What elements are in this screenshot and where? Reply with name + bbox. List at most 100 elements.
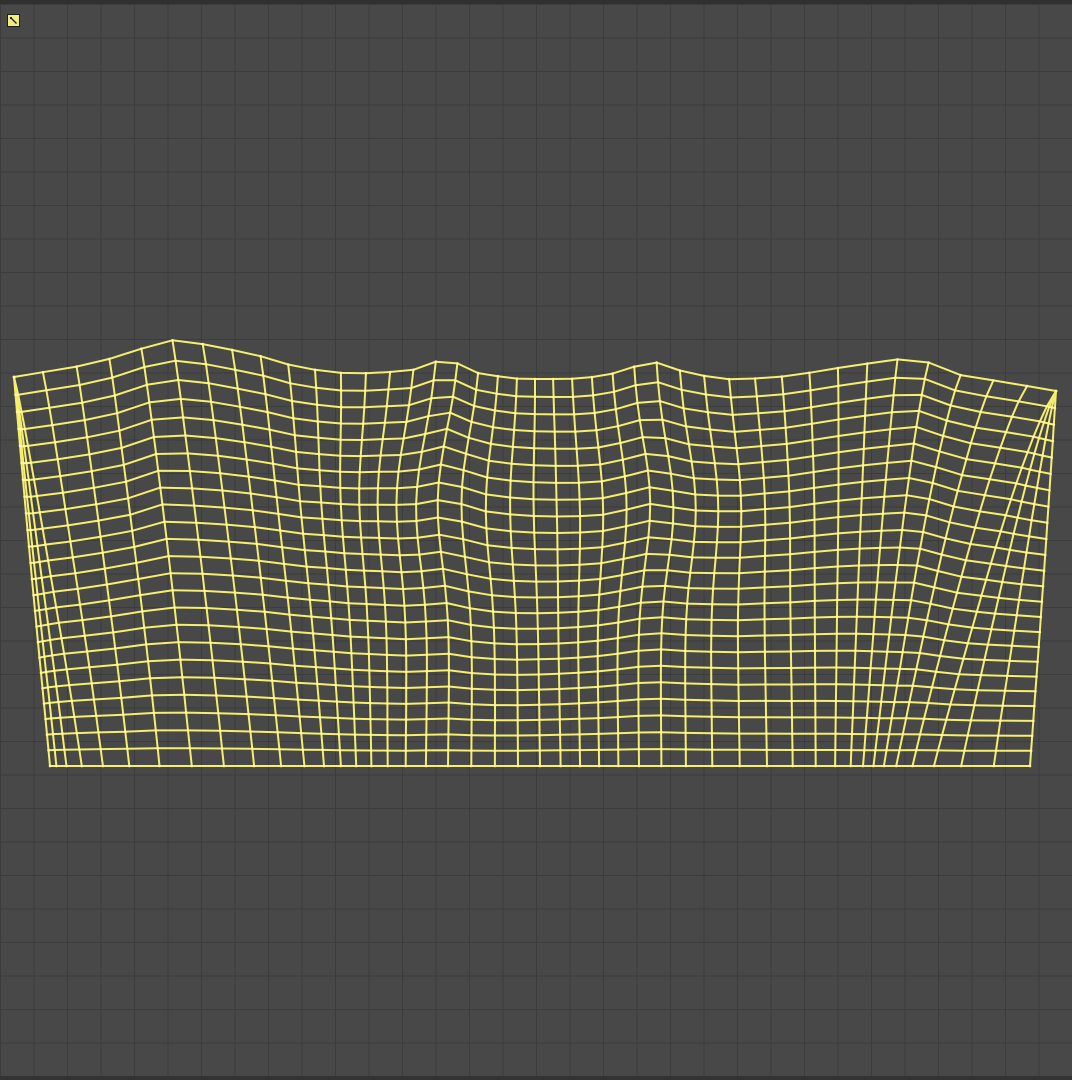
- uv-vertex[interactable]: [597, 732, 600, 736]
- uv-vertex[interactable]: [637, 731, 640, 734]
- uv-vertex[interactable]: [401, 587, 405, 591]
- uv-vertex[interactable]: [222, 764, 226, 768]
- uv-vertex[interactable]: [788, 521, 792, 525]
- uv-vertex[interactable]: [395, 520, 399, 523]
- uv-vertex[interactable]: [52, 590, 55, 594]
- uv-vertex[interactable]: [516, 734, 520, 737]
- uv-vertex[interactable]: [790, 716, 794, 719]
- uv-vertex[interactable]: [38, 656, 41, 659]
- uv-edge-column[interactable]: [532, 379, 541, 767]
- uv-vertex[interactable]: [288, 613, 291, 616]
- uv-vertex[interactable]: [446, 764, 450, 768]
- uv-vertex[interactable]: [275, 495, 278, 499]
- uv-vertex[interactable]: [619, 441, 622, 445]
- uv-vertex[interactable]: [555, 498, 558, 502]
- uv-vertex[interactable]: [290, 630, 293, 633]
- uv-vertex[interactable]: [439, 463, 443, 466]
- uv-vertex[interactable]: [376, 520, 380, 523]
- uv-vertex[interactable]: [534, 564, 537, 567]
- uv-vertex[interactable]: [601, 545, 604, 549]
- uv-vertex[interactable]: [515, 643, 519, 646]
- uv-vertex[interactable]: [713, 461, 717, 465]
- uv-vertex[interactable]: [319, 485, 322, 488]
- uv-vertex[interactable]: [490, 594, 494, 597]
- uv-vertex[interactable]: [984, 578, 988, 582]
- uv-vertex[interactable]: [407, 403, 411, 407]
- uv-vertex[interactable]: [118, 429, 121, 433]
- uv-vertex[interactable]: [856, 581, 860, 584]
- uv-vertex[interactable]: [493, 719, 497, 722]
- uv-vertex[interactable]: [197, 538, 200, 541]
- uv-vertex[interactable]: [420, 570, 423, 573]
- uv-vertex[interactable]: [757, 412, 760, 415]
- uv-vertex[interactable]: [552, 395, 555, 399]
- uv-vertex[interactable]: [648, 502, 652, 506]
- uv-vertex[interactable]: [358, 471, 362, 474]
- uv-vertex[interactable]: [1004, 564, 1008, 568]
- uv-vertex[interactable]: [1039, 615, 1043, 619]
- uv-vertex[interactable]: [553, 430, 556, 433]
- uv-vertex[interactable]: [948, 521, 951, 524]
- uv-vertex[interactable]: [669, 472, 673, 476]
- uv-vertex[interactable]: [451, 395, 455, 399]
- uv-vertex[interactable]: [988, 477, 992, 481]
- uv-vertex[interactable]: [658, 399, 662, 403]
- uv-vertex[interactable]: [239, 643, 243, 646]
- uv-vertex[interactable]: [1041, 454, 1044, 457]
- uv-vertex[interactable]: [83, 634, 86, 638]
- uv-vertex[interactable]: [659, 730, 663, 734]
- uv-vertex[interactable]: [624, 524, 628, 528]
- uv-vertex[interactable]: [50, 654, 54, 657]
- uv-vertex[interactable]: [339, 389, 343, 392]
- uv-vertex[interactable]: [887, 733, 891, 736]
- uv-vertex[interactable]: [99, 535, 102, 538]
- uv-vertex[interactable]: [945, 718, 948, 721]
- uv-vertex[interactable]: [936, 569, 940, 573]
- uv-vertex[interactable]: [862, 447, 866, 451]
- uv-vertex[interactable]: [576, 464, 580, 468]
- uv-vertex[interactable]: [1001, 580, 1004, 584]
- uv-edge-column[interactable]: [13, 376, 68, 767]
- uv-vertex[interactable]: [404, 764, 408, 768]
- uv-vertex[interactable]: [186, 452, 189, 455]
- uv-vertex[interactable]: [249, 492, 252, 495]
- uv-vertex[interactable]: [297, 483, 300, 487]
- uv-vertex[interactable]: [1013, 629, 1016, 632]
- uv-vertex[interactable]: [762, 476, 766, 480]
- uv-vertex[interactable]: [687, 443, 691, 446]
- uv-vertex[interactable]: [896, 358, 899, 361]
- uv-vertex[interactable]: [115, 411, 119, 415]
- uv-vertex[interactable]: [472, 404, 476, 408]
- uv-vertex[interactable]: [44, 607, 48, 611]
- uv-vertex[interactable]: [552, 413, 556, 416]
- uv-vertex[interactable]: [878, 546, 882, 550]
- uv-vertex[interactable]: [644, 452, 647, 456]
- uv-vertex[interactable]: [181, 416, 185, 419]
- uv-vertex[interactable]: [377, 470, 381, 474]
- uv-vertex[interactable]: [111, 631, 115, 634]
- uv-vertex[interactable]: [51, 732, 55, 736]
- uv-vertex[interactable]: [231, 574, 235, 577]
- uv-vertex[interactable]: [156, 746, 159, 750]
- uv-vertex[interactable]: [216, 454, 220, 458]
- uv-vertex[interactable]: [1028, 468, 1032, 471]
- uv-vertex[interactable]: [983, 493, 987, 497]
- uv-vertex[interactable]: [245, 458, 248, 461]
- uv-vertex[interactable]: [895, 684, 899, 687]
- uv-vertex[interactable]: [385, 670, 389, 673]
- uv-edge-row[interactable]: [19, 416, 1052, 459]
- uv-vertex[interactable]: [350, 651, 353, 655]
- uv-vertex[interactable]: [334, 683, 338, 687]
- uv-vertex[interactable]: [221, 489, 224, 492]
- uv-vertex[interactable]: [926, 701, 930, 705]
- uv-vertex[interactable]: [349, 635, 352, 638]
- uv-vertex[interactable]: [487, 560, 491, 564]
- uv-vertex[interactable]: [368, 669, 371, 672]
- uv-vertex[interactable]: [177, 378, 180, 382]
- uv-vertex[interactable]: [335, 700, 339, 703]
- uv-vertex[interactable]: [27, 545, 31, 548]
- uv-vertex[interactable]: [303, 548, 307, 552]
- uv-vertex[interactable]: [1038, 630, 1042, 634]
- uv-vertex[interactable]: [835, 598, 839, 602]
- uv-vertex[interactable]: [559, 764, 562, 768]
